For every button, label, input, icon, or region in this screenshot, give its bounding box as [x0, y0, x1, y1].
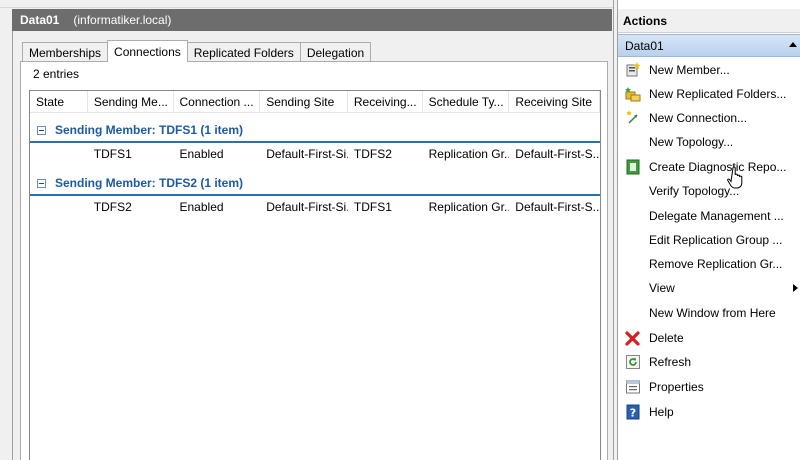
action-label: Delete — [649, 331, 684, 345]
tab-strip: Memberships Connections Replicated Folde… — [22, 40, 372, 62]
action-edit-replication-group[interactable]: Edit Replication Group ... — [618, 228, 800, 252]
collapse-icon[interactable] — [37, 125, 46, 135]
action-label: New Connection... — [649, 111, 748, 125]
action-label: New Replicated Folders... — [649, 87, 787, 101]
actions-section-data01[interactable]: Data01 — [618, 34, 800, 57]
cell-receiving: TDFS1 — [353, 200, 392, 214]
svg-text:?: ? — [630, 407, 636, 420]
action-label: New Window from Here — [649, 306, 776, 320]
cell-receiving: TDFS2 — [353, 147, 392, 161]
connections-panel: 2 entries State Sending Me... Connection… — [20, 61, 608, 460]
hand-cursor-icon — [727, 166, 743, 189]
group-divider — [30, 194, 600, 196]
column-header-sending-member[interactable]: Sending Me... — [88, 91, 174, 113]
entries-count: 2 entries — [33, 67, 80, 81]
actions-section-title: Data01 — [625, 38, 664, 53]
group-header-tdfs2[interactable]: Sending Member: TDFS2 (1 item) — [30, 173, 600, 193]
action-verify-topology[interactable]: Verify Topology... — [618, 179, 800, 203]
pane-header: Data01 (informatiker.local) — [12, 9, 612, 31]
column-header-connection[interactable]: Connection ... — [174, 91, 261, 113]
actions-header: Actions — [618, 9, 800, 33]
cell-schedule-type: Replication Gr... — [428, 147, 510, 161]
group-header-tdfs1[interactable]: Sending Member: TDFS1 (1 item) — [30, 120, 600, 140]
cell-sending-member: TDFS1 — [93, 147, 132, 161]
action-new-replicated-folders[interactable]: New Replicated Folders... — [618, 82, 800, 106]
table-row[interactable]: TDFS2 Enabled Default-First-Si... TDFS1 … — [30, 197, 600, 217]
refresh-icon — [625, 354, 641, 370]
new-member-icon — [625, 62, 641, 78]
diagnostic-report-icon — [625, 159, 641, 175]
action-label: Delegate Management ... — [649, 209, 784, 223]
submenu-arrow-icon — [793, 284, 798, 292]
action-label: Edit Replication Group ... — [649, 233, 783, 247]
tab-replicated-folders[interactable]: Replicated Folders — [186, 42, 301, 62]
cell-sending-site: Default-First-Si... — [266, 147, 348, 161]
connections-list[interactable]: State Sending Me... Connection ... Sendi… — [29, 90, 601, 460]
tab-delegation[interactable]: Delegation — [299, 42, 372, 62]
action-label: Properties — [649, 380, 704, 394]
help-icon: ? — [625, 404, 641, 420]
pane-border — [12, 31, 13, 460]
cell-schedule-type: Replication Gr... — [428, 200, 510, 214]
new-connection-icon — [625, 110, 641, 126]
cell-sending-site: Default-First-Si... — [266, 200, 348, 214]
action-new-connection[interactable]: New Connection... — [618, 106, 800, 130]
action-label: New Member... — [649, 63, 730, 77]
column-header-schedule-type[interactable]: Schedule Ty... — [423, 91, 510, 113]
column-header-receiving-site[interactable]: Receiving Site — [509, 91, 600, 113]
action-delete[interactable]: Delete — [618, 326, 800, 350]
action-new-window[interactable]: New Window from Here — [618, 301, 800, 325]
action-delegate-management[interactable]: Delegate Management ... — [618, 204, 800, 228]
cell-connection: Enabled — [179, 147, 224, 161]
cell-connection: Enabled — [179, 200, 224, 214]
cell-receiving-site: Default-First-S... — [515, 147, 600, 161]
action-label: Create Diagnostic Repo... — [649, 160, 787, 174]
action-help[interactable]: ? Help — [618, 400, 800, 424]
column-header-sending-site[interactable]: Sending Site — [260, 91, 348, 113]
new-replicated-folders-icon — [625, 86, 641, 102]
column-header-receiving[interactable]: Receiving... — [348, 91, 423, 113]
properties-icon — [625, 379, 641, 395]
pane-subtitle: (informatiker.local) — [73, 13, 172, 27]
action-label: New Topology... — [649, 135, 734, 149]
table-row[interactable]: TDFS1 Enabled Default-First-Si... TDFS2 … — [30, 144, 600, 164]
action-label: Help — [649, 405, 674, 419]
tab-connections[interactable]: Connections — [107, 40, 188, 62]
action-label: Refresh — [649, 355, 692, 369]
action-new-topology[interactable]: New Topology... — [618, 130, 800, 154]
top-strip — [0, 0, 613, 8]
collapse-arrow-icon[interactable] — [789, 42, 797, 47]
actions-pane: Actions Data01 New Member... New Replica… — [617, 0, 800, 460]
tab-memberships[interactable]: Memberships — [22, 42, 109, 62]
pane-title: Data01 — [20, 13, 60, 27]
details-pane: Data01 (informatiker.local) Memberships … — [0, 0, 614, 460]
action-label: Remove Replication Gr... — [649, 257, 783, 271]
group-title: Sending Member: TDFS2 (1 item) — [55, 176, 244, 190]
cell-receiving-site: Default-First-S... — [515, 200, 600, 214]
action-label: View — [649, 281, 675, 295]
cell-sending-member: TDFS2 — [93, 200, 132, 214]
group-divider — [30, 141, 600, 143]
delete-icon — [625, 330, 641, 346]
column-headers: State Sending Me... Connection ... Sendi… — [30, 91, 600, 113]
collapse-icon[interactable] — [37, 178, 46, 188]
column-header-state[interactable]: State — [30, 91, 88, 113]
action-remove-replication-group[interactable]: Remove Replication Gr... — [618, 252, 800, 276]
action-properties[interactable]: Properties — [618, 375, 800, 399]
action-refresh[interactable]: Refresh — [618, 350, 800, 374]
action-create-diagnostic-report[interactable]: Create Diagnostic Repo... — [618, 155, 800, 179]
action-label: Verify Topology... — [649, 184, 740, 198]
group-title: Sending Member: TDFS1 (1 item) — [55, 123, 244, 137]
action-new-member[interactable]: New Member... — [618, 58, 800, 82]
action-view[interactable]: View — [618, 276, 800, 300]
